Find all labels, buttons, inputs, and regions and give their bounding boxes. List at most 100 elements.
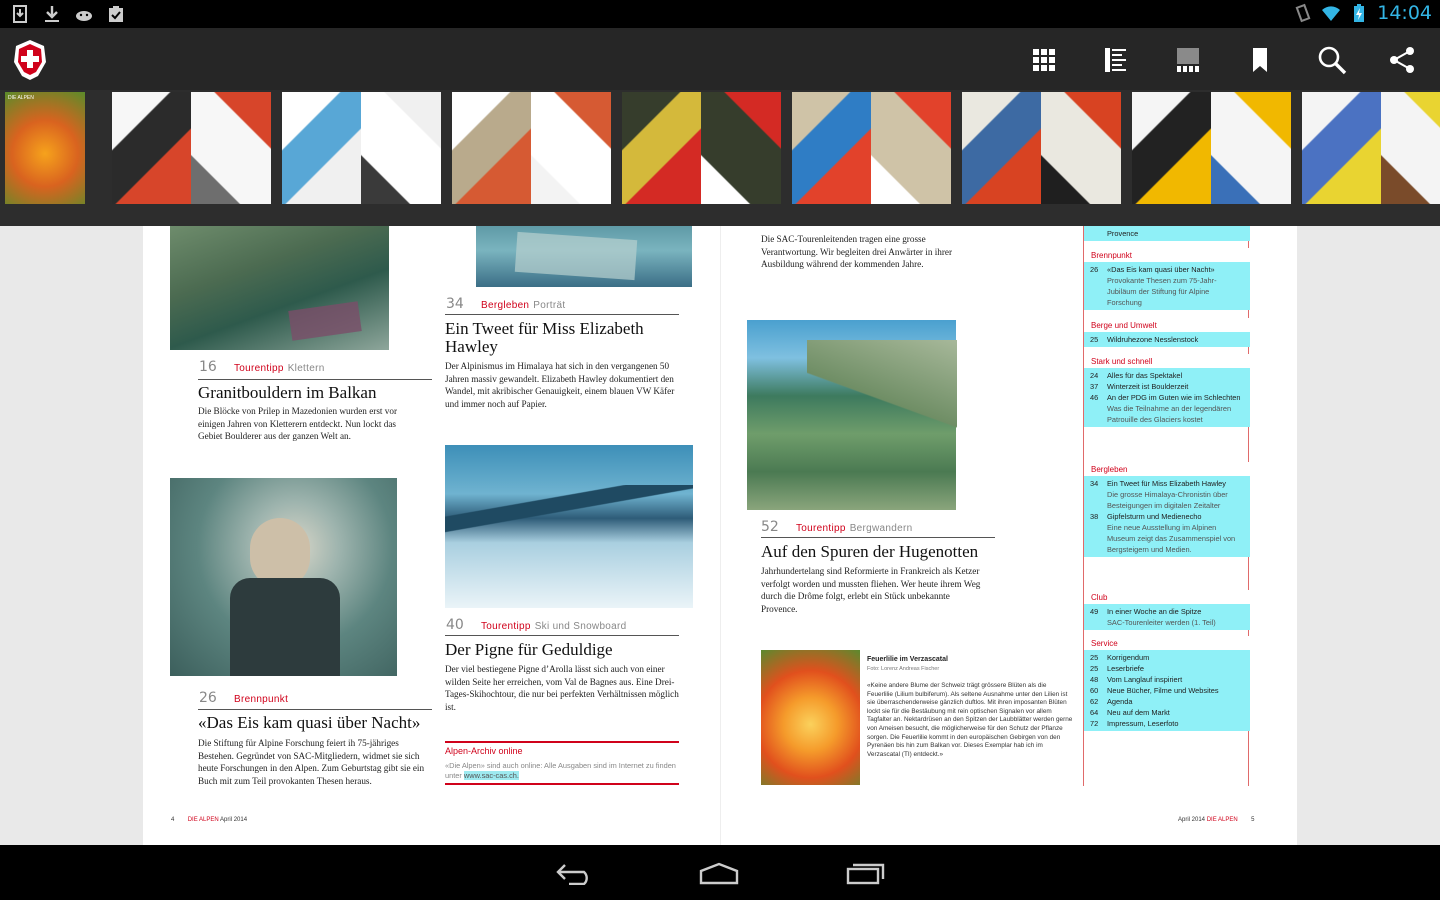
thumbnail-4-5[interactable] [282,92,441,204]
download-icon[interactable] [42,4,62,24]
thumbnail-10-11[interactable] [792,92,951,204]
thumbnail-cover[interactable]: DIE ALPEN [5,92,85,204]
article-subrubric: Klettern [287,363,325,374]
toc-entry[interactable]: 72 Impressum, Leserfoto [1084,718,1250,729]
search-icon [1318,46,1347,75]
table-of-contents-button[interactable] [1096,40,1136,80]
toc-entry-title: Gipfelsturm und Medienecho Eine neue Auss… [1107,511,1244,555]
article-title[interactable]: Ein Tweet für Miss Elizabeth Hawley [445,320,645,356]
toc-entry[interactable]: 48 Vom Langlauf inspiriert [1084,674,1250,685]
search-button[interactable] [1312,40,1352,80]
toc-entry-title: An der PDG im Guten wie im Schlechten Was… [1107,392,1244,425]
home-icon [699,862,739,885]
toc-section-heading: Bergleben [1084,462,1250,476]
right-folio-page: 5 [1251,817,1255,823]
fire-lily-photo [761,650,860,785]
grid-view-button[interactable] [1024,40,1064,80]
article-rubric-label: Bergleben [481,300,530,311]
toc-entry-title: In einer Woche an die Spitze SAC-Tourenle… [1107,606,1244,628]
recent-apps-button[interactable] [843,859,887,887]
left-folio-issue: April 2014 [220,817,248,823]
toc-entry-title: Agenda [1107,697,1133,706]
archive-top-rule [445,741,679,743]
toc-entry-page: 24 [1090,371,1099,380]
toc-section: Club 49 In einer Woche an die Spitze SAC-To… [1084,590,1250,630]
archive-link[interactable]: www.sac-cas.ch. [463,771,519,780]
thumbnail-left-page [1132,92,1211,204]
toc-entry[interactable]: 60 Neue Bücher, Filme und Websites [1084,685,1250,696]
thumbnail-14-15[interactable] [1132,92,1291,204]
toc-entry-title: Ein Tweet für Miss Elizabeth Hawley Die g… [1107,478,1244,511]
toc-entry-title: Neu auf dem Markt [1107,708,1170,717]
toc-section-body: 26 «Das Eis kam quasi über Nacht» Provokan… [1084,262,1250,310]
toc-entry-page: 46 [1090,393,1099,402]
toc-entry[interactable]: 26 «Das Eis kam quasi über Nacht» Provokan… [1084,264,1250,308]
toc-entry-page: 64 [1090,708,1099,717]
home-button[interactable] [697,859,741,887]
toc-entry[interactable]: 25 Korrigendum [1084,652,1250,663]
toc-entry[interactable]: Provence [1084,228,1250,239]
article-rubric-label: Tourentipp [796,523,846,534]
toc-entry[interactable]: 34 Ein Tweet für Miss Elizabeth Hawley Die… [1084,478,1250,511]
right-folio: April 2014 DIE ALPEN 5 [1178,817,1254,823]
article-rubric: Bergleben Porträt [481,300,565,311]
left-folio-page: 4 [171,817,175,823]
hawley-photo [476,226,692,287]
toc-entry[interactable]: 38 Gipfelsturm und Medienecho Eine neue Au… [1084,511,1250,555]
toc-entry-page: 25 [1090,653,1099,662]
thumbnail-right-page [701,92,781,204]
thumbnail-right-page [361,92,441,204]
thumbnail-12-13[interactable] [962,92,1121,204]
article-title[interactable]: «Das Eis kam quasi über Nacht» [198,714,438,732]
back-button[interactable] [553,859,597,887]
toc-entry[interactable]: 25 Leserbriefe [1084,663,1250,674]
thumbnail-2-3[interactable] [112,92,271,204]
thumbnail-strip-button[interactable] [1168,40,1208,80]
back-icon [556,864,588,885]
article-subrubric: Bergwandern [849,523,913,534]
table-of-contents: Provence Brennpunkt 26 «Das Eis kam quasi ü… [1083,226,1250,786]
toc-entry-page: 34 [1090,479,1099,488]
toc-section-heading: Service [1084,636,1250,650]
article-title[interactable]: Der Pigne für Geduldige [445,641,685,659]
clipboard-check-icon[interactable] [106,4,126,24]
toc-entry[interactable]: 46 An der PDG im Guten wie im Schlechten W… [1084,392,1250,425]
toc-entry[interactable]: 64 Neu auf dem Markt [1084,707,1250,718]
toc-section: Bergleben 34 Ein Tweet für Miss Elizabeth … [1084,462,1250,557]
toc-entry[interactable]: 25 Wildruhezone Nesslenstock [1084,334,1250,345]
thumbnail-16-17[interactable] [1302,92,1440,204]
share-button[interactable] [1382,40,1422,80]
bookmark-button[interactable] [1240,40,1280,80]
thumbnail-left-page [1302,92,1381,204]
toc-entry[interactable]: 49 In einer Woche an die Spitze SAC-Touren… [1084,606,1250,628]
toc-section: Service 25 Korrigendum 25 Leserbriefe 48 Vom L… [1084,636,1250,731]
article-teaser: Jahrhundertelang sind Reformierte in Fra… [761,566,981,614]
drome-landscape-photo [747,320,957,510]
archive-bottom-rule [445,783,679,785]
toc-entry[interactable]: 37 Winterzeit ist Boulderzeit [1084,381,1250,392]
download-manager-icon[interactable] [10,4,30,24]
toc-entry-page: 38 [1090,512,1099,521]
toc-entry-page: 72 [1090,719,1099,728]
thumbnail-8-9[interactable] [622,92,781,204]
android-icon[interactable] [74,4,94,24]
thumbnail-strip-icon [1177,48,1199,72]
magazine-spread[interactable]: 16 Tourentipp Klettern Granitbouldern im … [143,226,1297,845]
thumbnail-6-7[interactable] [452,92,611,204]
clock: 14:04 [1377,2,1432,24]
article-rule [198,379,432,380]
article-title[interactable]: Granitbouldern im Balkan [198,384,438,402]
article-title[interactable]: Auf den Spuren der Hugenotten [761,543,1001,561]
toc-entry[interactable]: 62 Agenda [1084,696,1250,707]
toc-entry-description: SAC-Tourenleiter werden (1. Teil) [1107,618,1216,627]
article-page-number: 40 [446,617,464,633]
article-teaser: Der Alpinismus im Himalaya hat sich in d… [445,361,675,409]
wifi-icon [1322,6,1341,21]
toc-entry-title: Korrigendum [1107,653,1150,662]
article-page-number: 34 [446,296,464,312]
toc-entry-page: 37 [1090,382,1099,391]
article-teaser: Die Blöcke von Prilep in Mazedonien wurd… [198,406,398,442]
caption-text: «Keine andere Blume der Schweiz trägt gr… [867,682,1073,758]
toc-entry[interactable]: 24 Alles für das Spektakel [1084,370,1250,381]
toc-entry-title: «Das Eis kam quasi über Nacht» Provokante… [1107,264,1244,308]
